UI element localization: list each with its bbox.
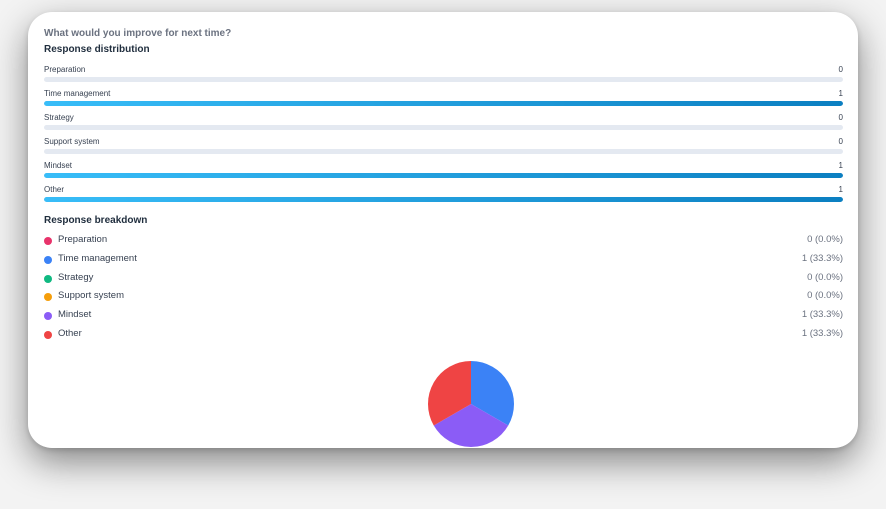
bar-track — [44, 197, 843, 202]
breakdown-label: Support system — [58, 290, 124, 302]
question-text: What would you improve for next time? — [44, 28, 232, 39]
breakdown-title: Response breakdown — [44, 215, 148, 226]
breakdown-value: 0 (0.0%) — [807, 271, 843, 283]
bar-value-label: 1 — [838, 161, 843, 170]
breakdown-value: 1 (33.3%) — [801, 252, 843, 264]
breakdown-row-preparation: Preparation 0 (0.0%) — [44, 234, 843, 253]
bar-value-label: 1 — [838, 89, 843, 98]
bar-label: Mindset — [44, 161, 73, 170]
bar-track — [44, 173, 843, 178]
breakdown-row-support-system: Support system 0 (0.0%) — [44, 290, 843, 309]
bar-row-other: Other 1 — [44, 185, 843, 209]
breakdown-label: Strategy — [58, 271, 94, 283]
bar-label: Support system — [44, 137, 100, 146]
breakdown-row-time-management: Time management 1 (33.3%) — [44, 253, 843, 272]
breakdown-label: Mindset — [58, 309, 92, 321]
distribution-bar-chart: Preparation 0 Time management 1 Strategy 0 Sup… — [44, 65, 843, 209]
breakdown-row-strategy: Strategy 0 (0.0%) — [44, 272, 843, 291]
bar-label: Preparation — [44, 65, 86, 74]
bar-row-preparation: Preparation 0 — [44, 65, 843, 89]
bar-mindset — [44, 173, 843, 178]
breakdown-value: 1 (33.3%) — [801, 309, 843, 321]
legend-dot-icon — [44, 312, 52, 321]
legend-dot-icon — [44, 330, 52, 339]
breakdown-label: Other — [58, 327, 82, 339]
distribution-title: Response distribution — [44, 44, 150, 55]
bar-label: Other — [44, 185, 65, 194]
bar-track — [44, 77, 843, 82]
bar-row-time-management: Time management 1 — [44, 89, 843, 113]
breakdown-value: 0 (0.0%) — [807, 234, 843, 245]
bar-row-mindset: Mindset 1 — [44, 161, 843, 185]
breakdown-value: 1 (33.3%) — [801, 327, 843, 339]
bar-value-label: 0 — [838, 137, 843, 146]
results-card: What would you improve for next time? Re… — [28, 12, 858, 448]
bar-value-label: 1 — [838, 185, 843, 194]
breakdown-label: Time management — [58, 252, 137, 264]
breakdown-list: Preparation 0 (0.0%) Time management 1 (33.… — [44, 234, 843, 347]
breakdown-pie-chart — [427, 361, 515, 448]
bar-other — [44, 197, 843, 202]
bar-track — [44, 125, 843, 130]
bar-row-support-system: Support system 0 — [44, 137, 843, 161]
breakdown-label: Preparation — [58, 234, 108, 245]
legend-dot-icon — [44, 293, 52, 302]
bar-label: Strategy — [44, 113, 74, 122]
bar-row-strategy: Strategy 0 — [44, 113, 843, 137]
breakdown-row-other: Other 1 (33.3%) — [44, 328, 843, 347]
bar-track — [44, 149, 843, 154]
bar-label: Time management — [44, 89, 111, 98]
bar-value-label: 0 — [838, 65, 843, 74]
bar-time-management — [44, 101, 843, 106]
legend-dot-icon — [44, 274, 52, 283]
breakdown-row-mindset: Mindset 1 (33.3%) — [44, 309, 843, 328]
bar-value-label: 0 — [838, 113, 843, 122]
breakdown-value: 0 (0.0%) — [807, 290, 843, 302]
legend-dot-icon — [44, 255, 52, 264]
legend-dot-icon — [44, 237, 52, 245]
bar-track — [44, 101, 843, 106]
